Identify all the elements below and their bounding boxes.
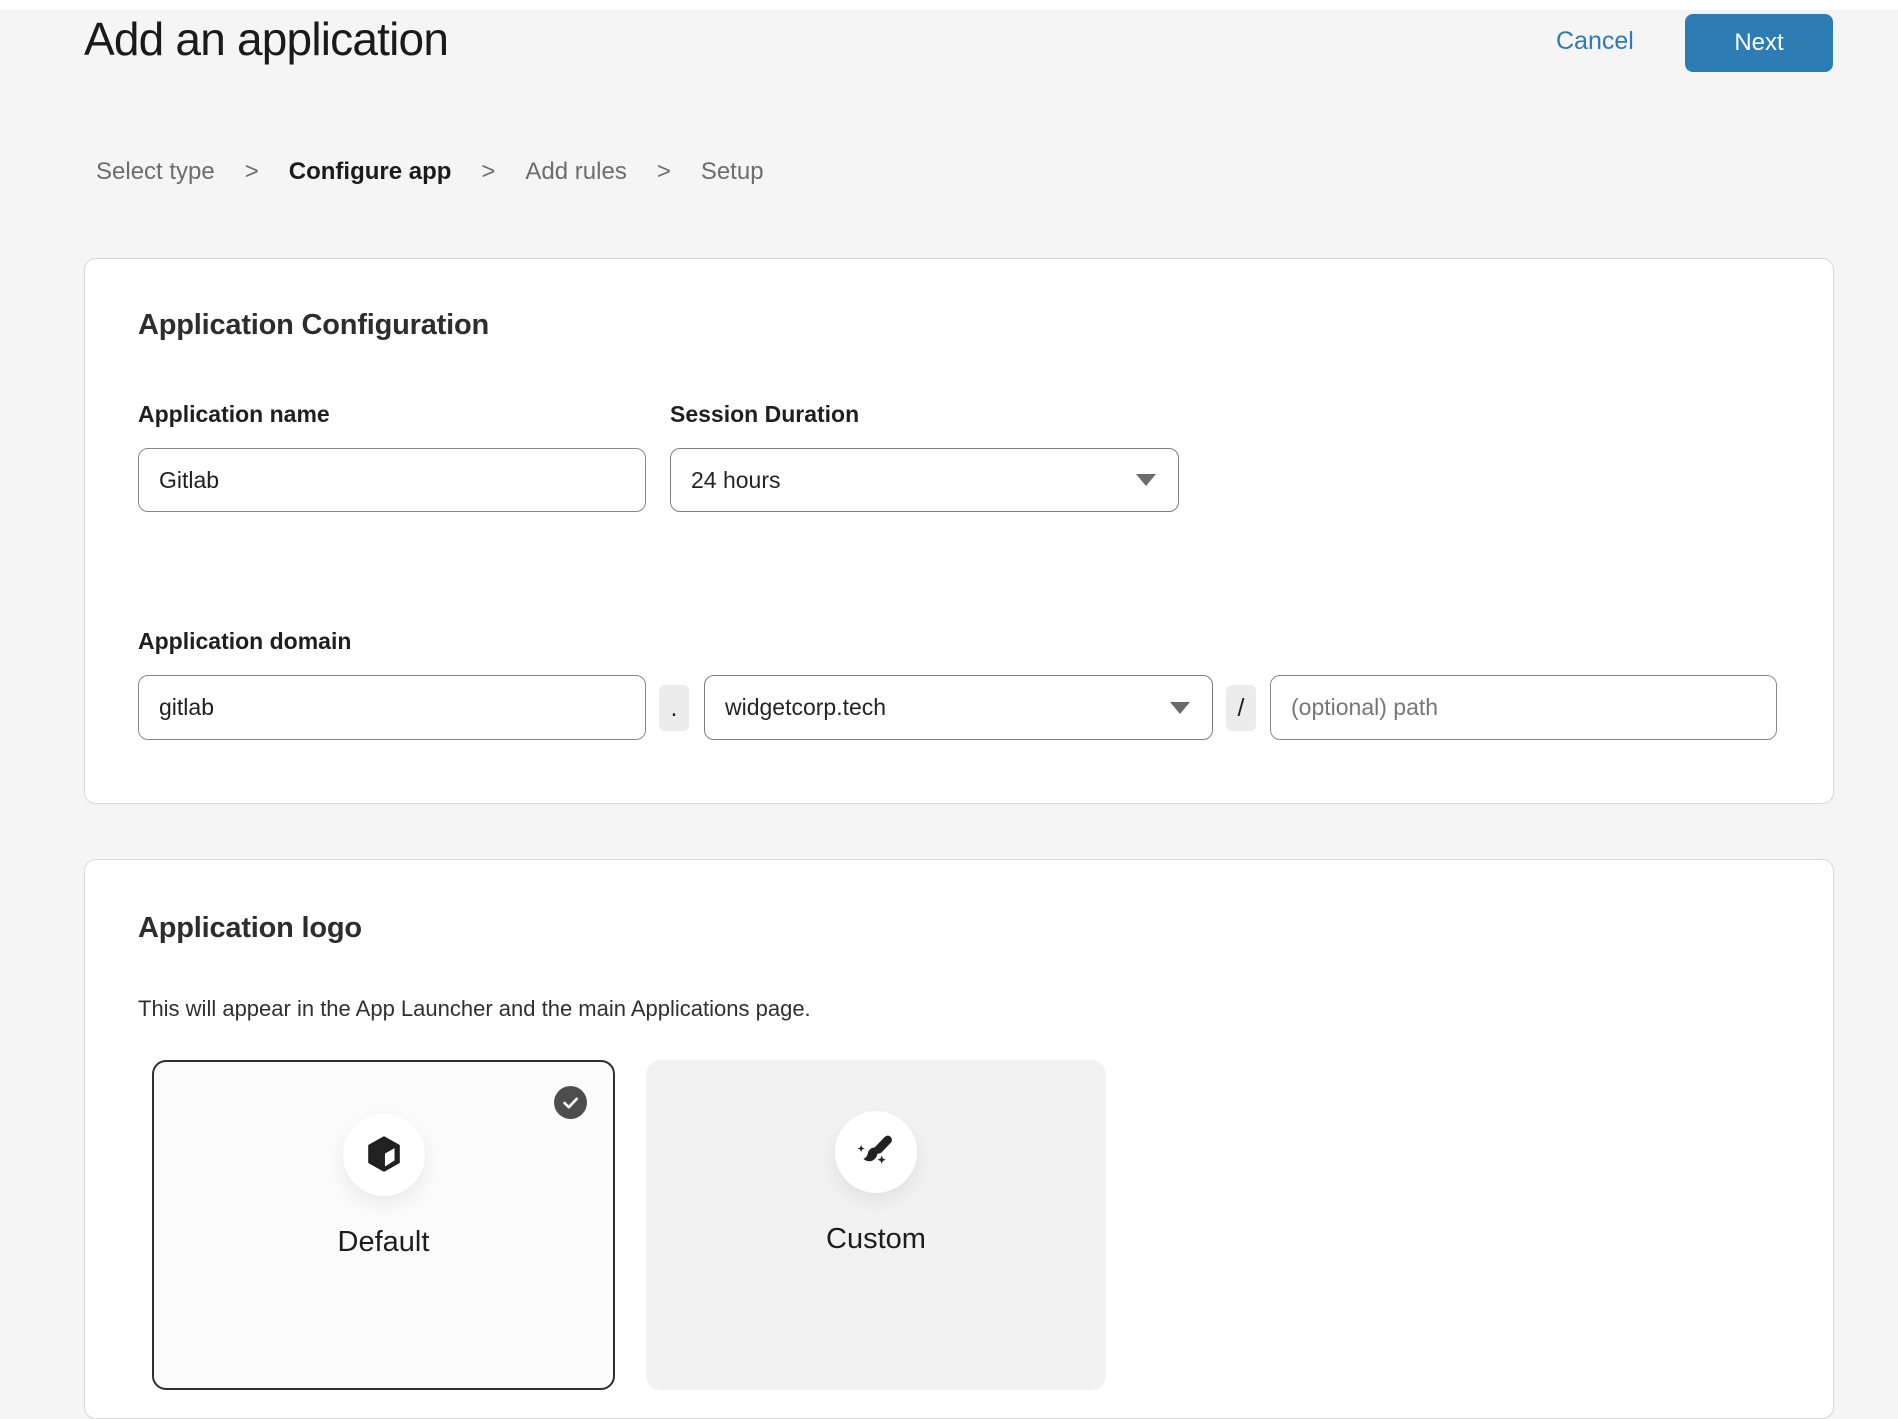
breadcrumb-step-configure-app[interactable]: Configure app [289,158,452,186]
session-duration-label: Session Duration [670,401,859,428]
page-title: Add an application [84,12,448,66]
cancel-button[interactable]: Cancel [1556,27,1634,56]
path-input[interactable] [1270,675,1777,740]
next-button[interactable]: Next [1685,14,1833,72]
logo-options: Default Custom [152,1060,1106,1390]
breadcrumb: Select type > Configure app > Add rules … [96,158,764,186]
application-name-label: Application name [138,401,330,428]
breadcrumb-step-add-rules[interactable]: Add rules [525,158,626,186]
domain-select-value: widgetcorp.tech [725,694,886,721]
slash-separator: / [1226,685,1256,731]
dot-separator: . [659,685,689,731]
breadcrumb-step-select-type[interactable]: Select type [96,158,215,186]
breadcrumb-step-setup[interactable]: Setup [701,158,764,186]
check-circle-icon [554,1086,587,1119]
chevron-down-icon [1136,474,1156,486]
logo-option-custom[interactable]: Custom [646,1060,1106,1390]
paintbrush-icon [854,1130,898,1174]
breadcrumb-separator: > [245,158,259,186]
logo-option-label: Default [154,1226,613,1259]
application-name-input[interactable] [138,448,646,512]
application-domain-label: Application domain [138,628,351,655]
application-configuration-heading: Application Configuration [138,309,489,342]
logo-option-label: Custom [646,1223,1106,1256]
session-duration-value: 24 hours [691,467,781,494]
default-logo-circle [343,1114,425,1196]
application-logo-description: This will appear in the App Launcher and… [138,996,811,1022]
application-logo-heading: Application logo [138,912,362,945]
breadcrumb-separator: > [657,158,671,186]
logo-option-default[interactable]: Default [152,1060,615,1390]
subdomain-input[interactable] [138,675,646,740]
custom-logo-circle [835,1111,917,1193]
breadcrumb-separator: > [481,158,495,186]
domain-select[interactable]: widgetcorp.tech [704,675,1213,740]
application-configuration-card: Application Configuration Application na… [84,258,1834,804]
top-strip [0,0,1898,10]
chevron-down-icon [1170,702,1190,714]
application-logo-card: Application logo This will appear in the… [84,859,1834,1419]
cube-icon [361,1132,407,1178]
session-duration-select[interactable]: 24 hours [670,448,1179,512]
